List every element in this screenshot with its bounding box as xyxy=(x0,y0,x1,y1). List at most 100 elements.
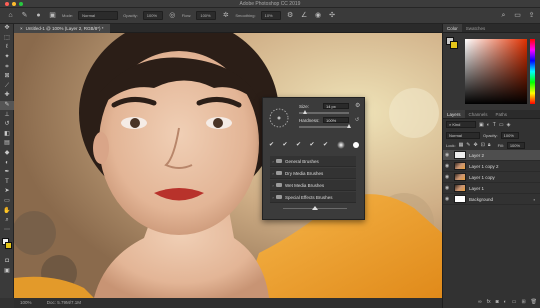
delete-layer-icon[interactable]: 🗑︎ xyxy=(531,299,537,305)
brush-angle-icon[interactable]: ∠ xyxy=(300,11,309,20)
add-mask-icon[interactable]: ◙ xyxy=(496,299,499,305)
brush-hardness-reset-icon[interactable]: ↺ xyxy=(355,117,359,123)
screen-mode-icon[interactable]: ▣ xyxy=(0,267,14,277)
blend-mode-select[interactable]: Normal xyxy=(446,131,480,139)
workspace-icon[interactable]: ▭ xyxy=(513,11,522,20)
brush-settings-icon[interactable]: ▣ xyxy=(48,11,57,20)
tab-paths[interactable]: Paths xyxy=(492,110,512,118)
new-group-icon[interactable]: ▭ xyxy=(512,299,517,305)
brush-settings-gear-icon[interactable]: ⚙ xyxy=(355,102,360,109)
eyedropper-tool-icon[interactable]: ⟋ xyxy=(0,82,14,92)
brush-tool-icon[interactable]: ✎ xyxy=(0,100,14,111)
new-layer-icon[interactable]: ⊞ xyxy=(521,299,525,305)
recent-brush-5-icon[interactable]: ✔ xyxy=(323,141,328,148)
zoom-level[interactable]: 100% xyxy=(20,300,32,305)
hue-slider[interactable] xyxy=(530,39,535,104)
eraser-tool-icon[interactable]: ◧ xyxy=(0,130,14,140)
rectangle-tool-icon[interactable]: ▭ xyxy=(0,197,14,207)
lasso-tool-icon[interactable]: ℓ xyxy=(0,43,14,53)
type-tool-icon[interactable]: T xyxy=(0,178,14,188)
move-tool-icon[interactable]: ✥ xyxy=(0,24,14,34)
frame-tool-icon[interactable]: ⊠ xyxy=(0,72,14,82)
adjustment-layer-icon[interactable]: ◐ xyxy=(504,299,507,305)
tab-layers[interactable]: Layers xyxy=(443,110,465,118)
layer-row[interactable]: ◉ Layer 1 xyxy=(443,183,540,194)
brush-group[interactable]: › Wet Media Brushes xyxy=(270,180,356,191)
pressure-size-icon[interactable]: ◉ xyxy=(314,11,323,20)
visibility-eye-icon[interactable]: ◉ xyxy=(443,163,451,169)
brush-angle-preview[interactable] xyxy=(267,106,291,130)
brush-hardness-slider[interactable] xyxy=(299,124,351,128)
recent-brush-hard-icon[interactable] xyxy=(352,141,359,148)
smoothing-input[interactable]: 10% xyxy=(260,11,281,20)
brush-hardness-input[interactable]: 100% xyxy=(323,117,349,123)
pressure-opacity-icon[interactable]: ◎ xyxy=(168,11,177,20)
layer-row[interactable]: ◉ Layer 2 xyxy=(443,150,540,161)
recent-brush-1-icon[interactable]: ✔ xyxy=(269,141,274,148)
history-brush-tool-icon[interactable]: ↺ xyxy=(0,120,14,130)
share-icon[interactable]: ⇪ xyxy=(527,11,536,20)
filter-pixel-icon[interactable]: ▣ xyxy=(479,122,484,128)
brush-group[interactable]: › Dry Media Brushes xyxy=(270,168,356,179)
clone-stamp-tool-icon[interactable]: ⊥ xyxy=(0,110,14,120)
marquee-tool-icon[interactable]: ⬚ xyxy=(0,34,14,44)
layer-row[interactable]: ◉ Background ▪ xyxy=(443,194,540,205)
fill-input[interactable]: 100% xyxy=(506,141,525,149)
lock-pixels-icon[interactable]: ✎ xyxy=(466,142,470,148)
visibility-eye-icon[interactable]: ◉ xyxy=(443,185,451,191)
blur-tool-icon[interactable]: ◆ xyxy=(0,149,14,159)
quick-mask-icon[interactable]: ◘ xyxy=(0,257,14,267)
brush-group[interactable]: › Special Effects Brushes xyxy=(270,192,356,203)
symmetry-icon[interactable]: ✣ xyxy=(328,11,337,20)
visibility-eye-icon[interactable]: ◉ xyxy=(443,152,451,158)
brush-size-slider[interactable] xyxy=(299,110,349,114)
brush-size-input[interactable]: 14 px xyxy=(323,103,349,109)
filter-smart-object-icon[interactable]: ◈ xyxy=(507,122,511,128)
close-tab-icon[interactable]: × xyxy=(20,26,23,31)
recent-brush-3-icon[interactable]: ✔ xyxy=(296,141,301,148)
lock-artboard-icon[interactable]: ⊡ xyxy=(481,142,485,148)
visibility-eye-icon[interactable]: ◉ xyxy=(443,174,451,180)
layer-style-icon[interactable]: fx xyxy=(487,299,491,305)
recent-brush-2-icon[interactable]: ✔ xyxy=(283,141,288,148)
filter-shape-icon[interactable]: ▭ xyxy=(499,122,504,128)
recent-brush-4-icon[interactable]: ✔ xyxy=(310,141,315,148)
zoom-tool-icon[interactable]: ⌕ xyxy=(0,216,14,226)
recent-brush-soft-icon[interactable] xyxy=(336,140,345,149)
link-layers-icon[interactable]: ∞ xyxy=(478,299,482,305)
lock-position-icon[interactable]: ✥ xyxy=(474,142,478,148)
edit-toolbar-icon[interactable]: ⋯ xyxy=(0,225,14,235)
lock-transparent-icon[interactable]: ▦ xyxy=(459,142,464,148)
lock-all-icon[interactable]: 🔒︎ xyxy=(488,142,491,148)
tab-swatches[interactable]: Swatches xyxy=(462,24,490,32)
home-icon[interactable]: ⌂ xyxy=(6,11,15,20)
layer-row[interactable]: ◉ Layer 1 copy 2 xyxy=(443,161,540,172)
document-tab[interactable]: × Untitled-1 @ 100% (Layer 2, RGB/8*) * xyxy=(14,24,110,33)
brush-size-thumb[interactable] xyxy=(303,110,307,114)
document-info[interactable]: Doc: 5.79M/7.1M xyxy=(47,300,81,305)
document-canvas[interactable]: Size: 14 px ⚙ Hardness: 100% ↺ ✔ ✔ ✔ ✔ ✔… xyxy=(14,33,442,298)
brush-hardness-thumb[interactable] xyxy=(347,124,351,128)
brush-tool-preset-icon[interactable]: ✎ xyxy=(20,11,29,20)
filter-adjustment-icon[interactable]: ◐ xyxy=(487,122,490,128)
popup-resize-grip-icon[interactable] xyxy=(312,206,318,210)
dodge-tool-icon[interactable]: ◐ xyxy=(0,158,14,168)
pen-tool-icon[interactable]: ✒ xyxy=(0,168,14,178)
search-icon[interactable]: ⌕ xyxy=(499,11,508,20)
flow-input[interactable]: 100% xyxy=(196,11,217,20)
path-selection-tool-icon[interactable]: ➤ xyxy=(0,187,14,197)
healing-brush-tool-icon[interactable]: ✚ xyxy=(0,91,14,101)
crop-tool-icon[interactable]: ⌗ xyxy=(0,62,14,72)
background-color-chip[interactable] xyxy=(450,41,458,49)
layer-opacity-input[interactable]: 100% xyxy=(500,131,519,139)
gradient-tool-icon[interactable]: ▤ xyxy=(0,139,14,149)
layer-row[interactable]: ◉ Layer 1 copy xyxy=(443,172,540,183)
tab-channels[interactable]: Channels xyxy=(465,110,492,118)
layer-filter-select[interactable]: ⌕ Kind xyxy=(446,121,476,128)
hand-tool-icon[interactable]: ✋ xyxy=(0,206,14,216)
tab-color[interactable]: Color xyxy=(443,24,462,32)
brush-group[interactable]: › General Brushes xyxy=(270,156,356,167)
smoothing-options-icon[interactable]: ⚙ xyxy=(286,11,295,20)
brush-preset-picker-icon[interactable]: ● xyxy=(34,11,43,20)
mode-select[interactable]: Normal xyxy=(78,11,119,20)
